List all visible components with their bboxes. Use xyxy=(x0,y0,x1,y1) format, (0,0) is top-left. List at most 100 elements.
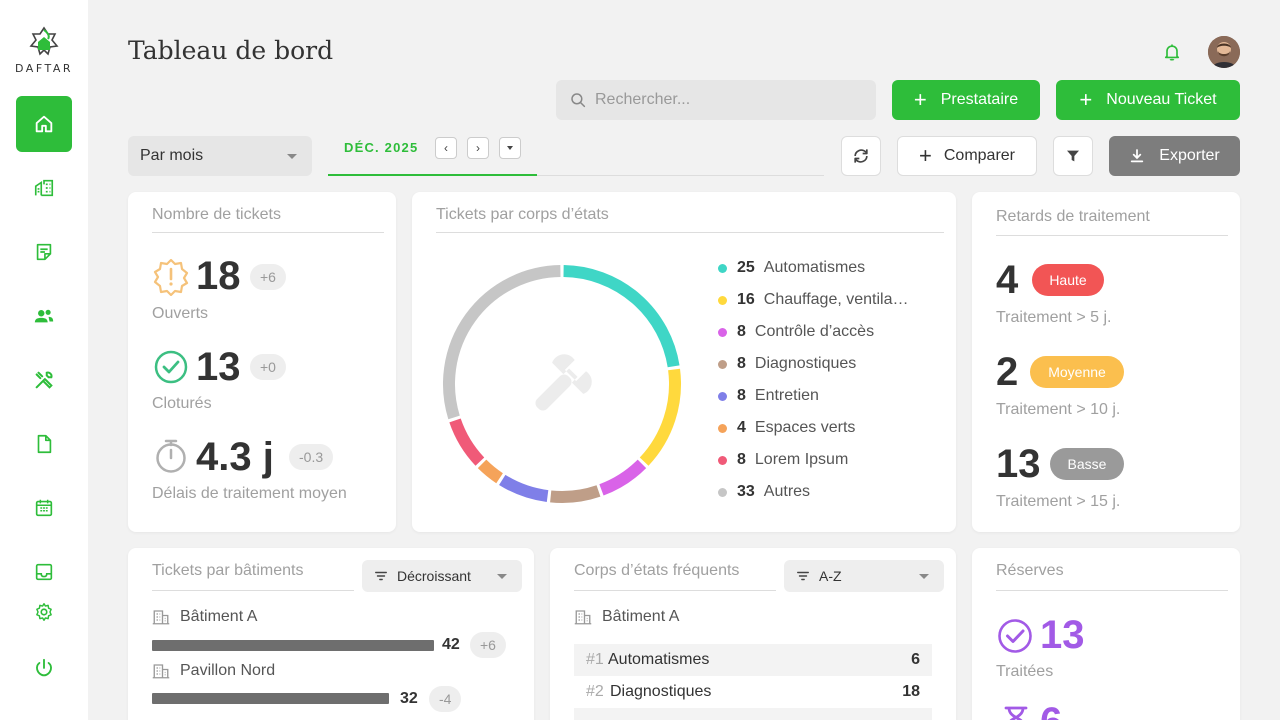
card-title: Réserves xyxy=(996,562,1064,579)
legend-item[interactable]: 8 Entretien xyxy=(718,386,819,406)
donut-slice[interactable] xyxy=(499,474,549,503)
hourglass-icon xyxy=(1004,706,1028,720)
refresh-button[interactable] xyxy=(841,136,881,176)
legend-dot xyxy=(718,423,727,433)
trade-rank-row-partial[interactable] xyxy=(574,708,932,720)
add-provider-button[interactable]: + Prestataire xyxy=(892,80,1040,120)
legend-item[interactable]: 8 Diagnostiques xyxy=(718,354,856,374)
donut-slice[interactable] xyxy=(550,485,601,503)
search-icon xyxy=(571,93,586,108)
legend-dot xyxy=(718,327,727,337)
export-button[interactable]: Exporter xyxy=(1109,136,1240,176)
nav-calendar[interactable] xyxy=(16,480,72,536)
reserves-treated-value: 13 xyxy=(1040,613,1085,657)
tickets-by-building-card: Tickets par bâtiments Décroissant Bâtime… xyxy=(128,548,534,720)
trades-building-name: Bâtiment A xyxy=(602,608,680,625)
building-row-label[interactable]: Bâtiment A xyxy=(152,608,257,626)
nav-tickets[interactable] xyxy=(16,224,72,280)
next-month-button[interactable]: › xyxy=(467,137,489,159)
trades-sort-select[interactable]: A-Z xyxy=(784,560,944,592)
home-icon xyxy=(35,115,53,133)
legend-value: 16 xyxy=(737,291,755,308)
delays-card: Retards de traitement 4 Haute Traitement… xyxy=(972,192,1240,532)
building-icon xyxy=(152,664,170,679)
legend-item[interactable]: 8 Contrôle d’accès xyxy=(718,322,874,342)
donut-slice[interactable] xyxy=(563,265,680,368)
legend-item[interactable]: 8 Lorem Ipsum xyxy=(718,450,848,470)
month-dropdown-button[interactable] xyxy=(499,137,521,159)
legend-label: Autres xyxy=(763,483,811,500)
legend-item[interactable]: 25 Automatismes xyxy=(718,258,865,278)
building-row-label[interactable]: Pavillon Nord xyxy=(152,662,275,680)
delay-label: Délais de traitement moyen xyxy=(152,485,347,502)
legend-item[interactable]: 16 Chauffage, ventila… xyxy=(718,290,908,310)
building-value: 32 xyxy=(400,690,418,707)
low-priority-badge: Basse xyxy=(1050,448,1124,480)
nav-settings[interactable] xyxy=(16,584,72,640)
legend-label: Entretien xyxy=(754,387,819,404)
trade-count: 6 xyxy=(911,651,920,668)
legend-dot xyxy=(718,391,727,401)
trade-rank-row[interactable]: #2 Diagnostiques 18 xyxy=(574,676,932,708)
period-select[interactable]: Par mois xyxy=(128,136,312,176)
building-icon xyxy=(574,610,592,625)
legend-dot xyxy=(718,295,727,305)
legend-value: 33 xyxy=(737,483,755,500)
avatar-icon xyxy=(1208,36,1240,68)
check-circle-icon xyxy=(154,350,188,384)
compare-button[interactable]: + Comparer xyxy=(897,136,1037,176)
open-tickets-label: Ouverts xyxy=(152,305,209,322)
tickets-count-card: Nombre de tickets 18 +6 Ouverts 13 +0 Cl… xyxy=(128,192,396,532)
trades-sort-value: A-Z xyxy=(819,568,842,584)
reserves-pending-value: 6 xyxy=(1040,700,1062,720)
donut-slice[interactable] xyxy=(449,418,485,466)
filter-button[interactable] xyxy=(1053,136,1093,176)
bell-icon[interactable] xyxy=(1162,42,1182,62)
alert-badge-icon xyxy=(153,258,189,296)
chevron-down-icon xyxy=(287,154,297,159)
previous-month-button[interactable]: ‹ xyxy=(435,137,457,159)
sort-icon xyxy=(375,571,387,581)
search-bar[interactable] xyxy=(556,80,876,120)
medium-delay-value: 2 xyxy=(996,350,1019,394)
sort-icon xyxy=(797,571,809,581)
legend-item[interactable]: 33 Autres xyxy=(718,482,810,502)
nav-home[interactable] xyxy=(16,96,72,152)
legend-value: 8 xyxy=(737,387,746,404)
donut-slice[interactable] xyxy=(599,459,647,496)
stopwatch-icon xyxy=(156,439,186,473)
search-input[interactable] xyxy=(595,91,865,109)
page-title: Tableau de bord xyxy=(128,36,334,65)
legend-label: Contrôle d’accès xyxy=(754,323,875,340)
brand-logo[interactable]: DAFTAR xyxy=(0,26,88,75)
card-title: Retards de traitement xyxy=(996,208,1150,225)
date-tab: DÉC. 2025 xyxy=(328,136,824,176)
chevron-down-icon xyxy=(497,574,507,579)
nav-logout[interactable] xyxy=(16,640,72,696)
chevron-down-icon xyxy=(919,574,929,579)
medium-priority-badge: Moyenne xyxy=(1030,356,1124,388)
closed-tickets-delta: +0 xyxy=(250,354,286,380)
user-avatar[interactable] xyxy=(1208,36,1240,68)
closed-tickets-value: 13 xyxy=(196,345,241,389)
nav-buildings[interactable] xyxy=(16,160,72,216)
nav-users[interactable] xyxy=(16,288,72,344)
card-divider xyxy=(152,590,354,591)
trade-rank-row[interactable]: #1 Automatismes 6 xyxy=(574,644,932,676)
open-tickets-value: 18 xyxy=(196,254,241,298)
building-delta: -4 xyxy=(429,686,462,712)
low-delay-value: 13 xyxy=(996,442,1041,486)
plus-icon: + xyxy=(1079,87,1093,112)
chevron-down-icon xyxy=(507,146,513,150)
nav-documents[interactable] xyxy=(16,416,72,472)
new-ticket-button[interactable]: + Nouveau Ticket xyxy=(1056,80,1240,120)
card-title: Tickets par corps d’états xyxy=(436,206,609,223)
donut-slice[interactable] xyxy=(477,459,504,484)
nav-tools[interactable] xyxy=(16,352,72,408)
date-label[interactable]: DÉC. 2025 xyxy=(344,140,418,155)
building-sort-select[interactable]: Décroissant xyxy=(362,560,522,592)
note-icon xyxy=(36,243,52,261)
legend-item[interactable]: 4 Espaces verts xyxy=(718,418,855,438)
high-priority-badge: Haute xyxy=(1032,264,1104,296)
donut-slice[interactable] xyxy=(639,368,681,466)
